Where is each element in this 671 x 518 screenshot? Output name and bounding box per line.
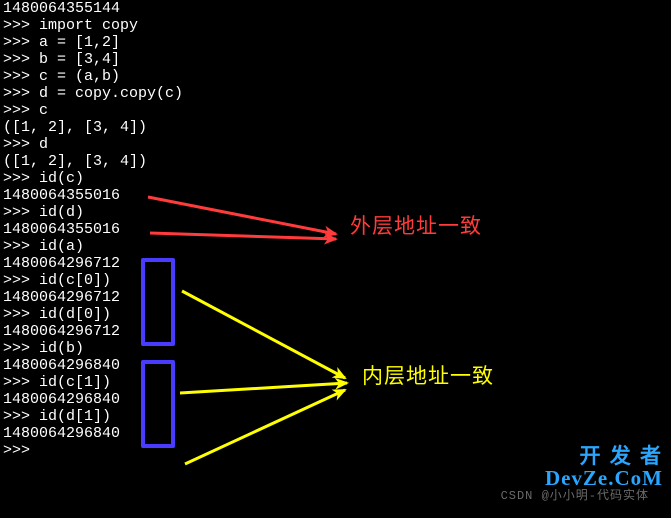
prompt: >>> [3, 34, 39, 51]
code-input: c = (a,b) [39, 68, 120, 85]
prompt: >>> [3, 204, 39, 221]
prompt: >>> [3, 17, 39, 34]
code-output: 1480064296712 [3, 289, 120, 306]
code-input: c [39, 102, 48, 119]
code-output: 1480064296840 [3, 357, 120, 374]
terminal-line: >>> id(c[0]) [3, 272, 183, 289]
code-input: d [39, 136, 48, 153]
code-input: id(c) [39, 170, 84, 187]
terminal-line: 1480064296712 [3, 289, 183, 306]
code-input: id(b) [39, 340, 84, 357]
code-output: ([1, 2], [3, 4]) [3, 119, 147, 136]
prompt: >>> [3, 340, 39, 357]
arrow-yellow-3 [185, 390, 345, 464]
arrow-yellow-2 [180, 383, 347, 393]
code-output: 1480064296712 [3, 255, 120, 272]
code-output: ([1, 2], [3, 4]) [3, 153, 147, 170]
terminal-line: >>> c [3, 102, 183, 119]
terminal-line: 1480064296840 [3, 425, 183, 442]
arrow-yellow-1 [182, 291, 345, 378]
watermark-line2: DevZe.CoM [545, 470, 663, 487]
code-input: import copy [39, 17, 138, 34]
watermark-faint: CSDN @小小明-代码实体 [501, 488, 649, 505]
terminal-line: 1480064355016 [3, 221, 183, 238]
terminal[interactable]: 1480064355144>>> import copy>>> a = [1,2… [0, 0, 186, 459]
terminal-line: >>> id(d[0]) [3, 306, 183, 323]
terminal-line: >>> b = [3,4] [3, 51, 183, 68]
terminal-line: 1480064296840 [3, 391, 183, 408]
code-output: 1480064296712 [3, 323, 120, 340]
code-output: 1480064355016 [3, 187, 120, 204]
terminal-line: 1480064355144 [3, 0, 183, 17]
terminal-line: ([1, 2], [3, 4]) [3, 153, 183, 170]
watermark-line1: 开 发 者 [580, 448, 664, 465]
prompt: >>> [3, 272, 39, 289]
terminal-line: >>> id(c) [3, 170, 183, 187]
terminal-line: >>> id(a) [3, 238, 183, 255]
prompt: >>> [3, 170, 39, 187]
terminal-line: >>> id(d[1]) [3, 408, 183, 425]
inner-address-label: 内层地址一致 [362, 368, 494, 385]
terminal-line: 1480064355016 [3, 187, 183, 204]
terminal-line: >>> a = [1,2] [3, 34, 183, 51]
terminal-line: >>> id(b) [3, 340, 183, 357]
prompt: >>> [3, 442, 39, 459]
prompt: >>> [3, 85, 39, 102]
outer-address-label: 外层地址一致 [350, 218, 482, 235]
terminal-line: ([1, 2], [3, 4]) [3, 119, 183, 136]
code-input: id(c[0]) [39, 272, 111, 289]
code-output: 1480064355144 [3, 0, 120, 17]
code-output: 1480064296840 [3, 391, 120, 408]
code-input: id(d[1]) [39, 408, 111, 425]
code-input: b = [3,4] [39, 51, 120, 68]
prompt: >>> [3, 408, 39, 425]
terminal-line: >>> c = (a,b) [3, 68, 183, 85]
terminal-line: 1480064296712 [3, 323, 183, 340]
code-input: a = [1,2] [39, 34, 120, 51]
prompt: >>> [3, 68, 39, 85]
terminal-line: >>> d [3, 136, 183, 153]
terminal-line: 1480064296840 [3, 357, 183, 374]
prompt: >>> [3, 136, 39, 153]
prompt: >>> [3, 306, 39, 323]
prompt: >>> [3, 102, 39, 119]
code-input: id(c[1]) [39, 374, 111, 391]
terminal-line: >>> [3, 442, 183, 459]
code-input: d = copy.copy(c) [39, 85, 183, 102]
prompt: >>> [3, 374, 39, 391]
code-input: id(d) [39, 204, 84, 221]
code-input: id(d[0]) [39, 306, 111, 323]
code-output: 1480064296840 [3, 425, 120, 442]
terminal-line: 1480064296712 [3, 255, 183, 272]
terminal-line: >>> id(c[1]) [3, 374, 183, 391]
prompt: >>> [3, 238, 39, 255]
code-output: 1480064355016 [3, 221, 120, 238]
terminal-line: >>> id(d) [3, 204, 183, 221]
terminal-line: >>> d = copy.copy(c) [3, 85, 183, 102]
code-input: id(a) [39, 238, 84, 255]
terminal-line: >>> import copy [3, 17, 183, 34]
prompt: >>> [3, 51, 39, 68]
